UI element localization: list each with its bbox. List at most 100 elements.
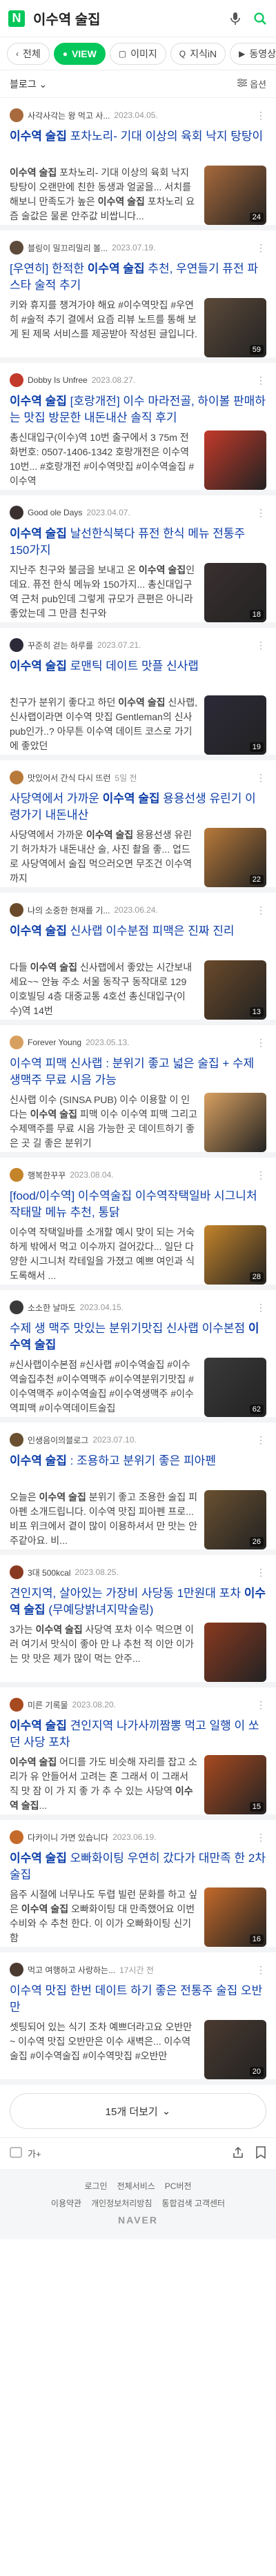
naver-logo[interactable]: N bbox=[8, 10, 25, 27]
result-snippet[interactable]: 셋팅되어 있는 식기 조차 예쁘더라고요 오반만 ~ 이수역 맛집 오반만은 이… bbox=[10, 2020, 197, 2078]
result-snippet[interactable]: 이수역 작택일바를 소개할 예시 맞이 되는 거숙하게 밖에서 먹고 이수까지 … bbox=[10, 1225, 197, 1283]
tab-kin[interactable]: Q 지식iN bbox=[170, 42, 226, 65]
footer-privacy-link[interactable]: 개인정보처리방침 bbox=[91, 2197, 152, 2209]
author-name[interactable]: Dobby Is Unfree bbox=[28, 375, 88, 385]
result-snippet[interactable]: 오늘은 이수역 술집 분위기 좋고 조용한 술집 피아펜 소개드립니다. 이수역… bbox=[10, 1490, 197, 1548]
result-title[interactable]: 사당역에서 가까운 이수역 술집 용용선생 유린기 이령가기 내돈내산 bbox=[10, 791, 266, 824]
result-thumbnail[interactable]: 59 bbox=[204, 298, 266, 357]
result-snippet[interactable]: 이수역 술집 어디를 가도 비슷해 자리를 잡고 소리가 유 안들어서 고려는 … bbox=[10, 1755, 197, 1813]
more-options-icon[interactable]: ⋮ bbox=[256, 375, 266, 386]
author-avatar[interactable] bbox=[10, 1830, 23, 1844]
result-thumbnail[interactable]: 15 bbox=[204, 1755, 266, 1814]
result-thumbnail[interactable]: 24 bbox=[204, 166, 266, 225]
author-avatar[interactable] bbox=[10, 1565, 23, 1579]
footer-terms-link[interactable]: 이용약관 bbox=[51, 2197, 81, 2209]
author-name[interactable]: 블링이 밀끄리밀리 볼... bbox=[28, 242, 108, 254]
more-options-icon[interactable]: ⋮ bbox=[256, 242, 266, 254]
result-thumbnail[interactable]: 62 bbox=[204, 1358, 266, 1417]
more-options-icon[interactable]: ⋮ bbox=[256, 1964, 266, 1976]
search-query[interactable]: 이수역 술집 bbox=[33, 8, 228, 28]
author-avatar[interactable] bbox=[10, 1300, 23, 1314]
text-size-icon[interactable] bbox=[10, 2147, 22, 2160]
author-name[interactable]: 소소한 날마도 bbox=[28, 1302, 76, 1314]
tab-all[interactable]: ‹ 전체 bbox=[7, 42, 50, 65]
result-title[interactable]: 이수역 술집 날선한식북다 퓨전 한식 메뉴 전통주 150가지 bbox=[10, 526, 266, 559]
result-snippet[interactable]: 친구가 분위기 좋다고 하던 이수역 술집 신사랩, 신사랩이라면 이수역 맛집… bbox=[10, 695, 197, 753]
result-snippet[interactable]: 지난주 친구와 불금을 보내고 온 이수역 술집인데요. 퓨전 한식 메뉴와 1… bbox=[10, 563, 197, 621]
result-item[interactable]: Dobby Is Unfree 2023.08.27. ⋮ 이수역 술집 [호랑개전]… bbox=[0, 363, 276, 495]
result-snippet[interactable]: 키와 휴지를 챙겨가야 해요 #이수역맛집 #우연히 #술적 추기 결에서 요즘… bbox=[10, 298, 197, 356]
result-title[interactable]: 이수역 피맥 신사랩 : 분위기 좋고 넓은 술집 + 수제 생맥주 무료 시음… bbox=[10, 1056, 266, 1089]
author-avatar[interactable] bbox=[10, 1036, 23, 1049]
result-thumbnail[interactable]: 18 bbox=[204, 563, 266, 622]
result-thumbnail[interactable] bbox=[204, 430, 266, 490]
more-options-icon[interactable]: ⋮ bbox=[256, 772, 266, 784]
result-thumbnail[interactable] bbox=[204, 1093, 266, 1152]
result-title[interactable]: 이수역 술집 [호랑개전] 이수 마라전골, 하이볼 판매하는 맛집 방문한 내… bbox=[10, 393, 266, 426]
result-item[interactable]: Forever Young 2023.05.13. ⋮ 이수역 피맥 신사랩 : 분위… bbox=[0, 1025, 276, 1158]
result-item[interactable]: 소소한 날마도 2023.04.15. ⋮ 수제 생 맥주 맛있는 분위기맛집 신사랩… bbox=[0, 1290, 276, 1423]
result-snippet[interactable]: 신사랩 이수 (SINSA PUB) 이수 이용할 이 인다는 이수역 술집 피… bbox=[10, 1093, 197, 1151]
author-name[interactable]: 맛있어서 간식 다시 뜨런 bbox=[28, 772, 110, 784]
result-item[interactable]: 꾸준히 걷는 하루를 2023.07.21. ⋮ 이수역 술집 로맨틱 데이트 맛플 … bbox=[0, 628, 276, 760]
author-name[interactable]: 먹고 여행하고 사랑하는... bbox=[28, 1964, 115, 1976]
options-button[interactable]: 옵션 bbox=[237, 77, 266, 90]
author-name[interactable]: 행복한꾸꾸 bbox=[28, 1169, 66, 1181]
more-options-icon[interactable]: ⋮ bbox=[256, 1169, 266, 1181]
more-results-button[interactable]: 15개 더보기 ⌄ bbox=[10, 2093, 266, 2129]
result-item[interactable]: 나의 소중한 현재를 기... 2023.06.24. ⋮ 이수역 술집 신사랩 이수… bbox=[0, 893, 276, 1025]
author-avatar[interactable] bbox=[10, 771, 23, 784]
result-item[interactable]: 사각사각는 왕 먹고 사... 2023.04.05. ⋮ 이수역 술집 포차노리- … bbox=[0, 98, 276, 230]
author-avatar[interactable] bbox=[10, 1963, 23, 1976]
result-snippet[interactable]: 이수역 술집 포차노리- 기대 이상의 육회 낙지 탕탕이 오랜만에 친한 동생… bbox=[10, 166, 197, 224]
footer-help-link[interactable]: 통합검색 고객센터 bbox=[161, 2197, 225, 2209]
result-title[interactable]: 이수역 술집 : 조용하고 분위기 좋은 피아펜 bbox=[10, 1453, 266, 1486]
author-name[interactable]: 3대 500kcal bbox=[28, 1567, 70, 1578]
result-item[interactable]: Good ole Days 2023.04.07. ⋮ 이수역 술집 날선한식북다 퓨… bbox=[0, 495, 276, 628]
result-thumbnail[interactable]: 20 bbox=[204, 2020, 266, 2079]
filter-blog-dropdown[interactable]: 블로그 ⌄ bbox=[10, 77, 47, 91]
text-size-button[interactable]: 가+ bbox=[28, 2147, 41, 2160]
author-avatar[interactable] bbox=[10, 241, 23, 255]
result-title[interactable]: 이수역 술집 포차노리- 기대 이상의 육회 낙지 탕탕이 bbox=[10, 128, 266, 161]
author-avatar[interactable] bbox=[10, 1698, 23, 1712]
result-title[interactable]: 이수역 술집 신사랩 이수분점 피맥은 진짜 진리 bbox=[10, 923, 266, 956]
more-options-icon[interactable]: ⋮ bbox=[256, 1434, 266, 1446]
result-snippet[interactable]: 3가는 이수역 술집 사당역 포차 이수 먹으면 이러 여기서 맛식이 좋아 만… bbox=[10, 1623, 197, 1681]
author-name[interactable]: 꾸준히 걷는 하루를 bbox=[28, 640, 93, 651]
result-title[interactable]: 이수역 술집 로맨틱 데이트 맛플 신사랩 bbox=[10, 658, 266, 691]
result-thumbnail[interactable]: 28 bbox=[204, 1225, 266, 1285]
author-name[interactable]: 미른 기록물 bbox=[28, 1699, 68, 1711]
result-snippet[interactable]: 총신대입구(이수)역 10번 출구에서 3 75m 전화번호: 0507-140… bbox=[10, 430, 197, 488]
author-name[interactable]: Good ole Days bbox=[28, 508, 82, 517]
more-options-icon[interactable]: ⋮ bbox=[256, 1699, 266, 1711]
tab-video[interactable]: ▶ 동영상 bbox=[230, 42, 276, 65]
more-options-icon[interactable]: ⋮ bbox=[256, 640, 266, 651]
author-name[interactable]: 인생음이의블로그 bbox=[28, 1434, 88, 1446]
result-item[interactable]: 행복한꾸꾸 2023.08.04. ⋮ [food/이수역] 이수역술집 이수역작택일… bbox=[0, 1158, 276, 1290]
author-avatar[interactable] bbox=[10, 506, 23, 519]
bookmark-icon[interactable] bbox=[255, 2146, 266, 2161]
result-item[interactable]: 인생음이의블로그 2023.07.10. ⋮ 이수역 술집 : 조용하고 분위기 좋은… bbox=[0, 1423, 276, 1555]
author-avatar[interactable] bbox=[10, 638, 23, 652]
result-item[interactable]: 먹고 여행하고 사랑하는... 17시간 전 ⋮ 이수역 맛집 한번 데이트 하기 좋… bbox=[0, 1952, 276, 2085]
result-thumbnail[interactable]: 16 bbox=[204, 1888, 266, 1947]
result-item[interactable]: 미른 기록물 2023.08.20. ⋮ 이수역 술집 견인지역 나가사끼짬뽕 먹고 … bbox=[0, 1687, 276, 1820]
result-thumbnail[interactable]: 22 bbox=[204, 828, 266, 887]
result-title[interactable]: 이수역 맛집 한번 데이트 하기 좋은 전통주 술집 오반만 bbox=[10, 1983, 266, 2016]
more-options-icon[interactable]: ⋮ bbox=[256, 904, 266, 916]
result-thumbnail[interactable]: 26 bbox=[204, 1490, 266, 1549]
microphone-icon[interactable] bbox=[228, 11, 243, 26]
result-title[interactable]: 견인지역, 살아있는 가장비 사당동 1만원대 포차 이수역 술집 (무예당밝녀… bbox=[10, 1585, 266, 1618]
search-icon[interactable] bbox=[253, 11, 268, 26]
result-item[interactable]: 3대 500kcal 2023.08.25. ⋮ 견인지역, 살아있는 가장비 사당동… bbox=[0, 1555, 276, 1687]
result-title[interactable]: 수제 생 맥주 맛있는 분위기맛집 신사랩 이수본점 이수역 술집 bbox=[10, 1320, 266, 1354]
result-item[interactable]: 다카이니 가면 있습니다 2023.06.19. ⋮ 이수역 술집 오빠화이팅 우연히… bbox=[0, 1820, 276, 1952]
more-options-icon[interactable]: ⋮ bbox=[256, 1567, 266, 1578]
author-avatar[interactable] bbox=[10, 1433, 23, 1447]
result-snippet[interactable]: 음주 시절에 너무나도 두렵 빌런 문화를 하고 싶은 이수역 술집 오빠화이팅… bbox=[10, 1888, 197, 1945]
result-title[interactable]: 이수역 술집 견인지역 나가사끼짬뽕 먹고 일행 이 쏘던 사당 포차 bbox=[10, 1718, 266, 1751]
more-options-icon[interactable]: ⋮ bbox=[256, 1037, 266, 1049]
result-thumbnail[interactable] bbox=[204, 1623, 266, 1682]
author-avatar[interactable] bbox=[10, 1168, 23, 1182]
